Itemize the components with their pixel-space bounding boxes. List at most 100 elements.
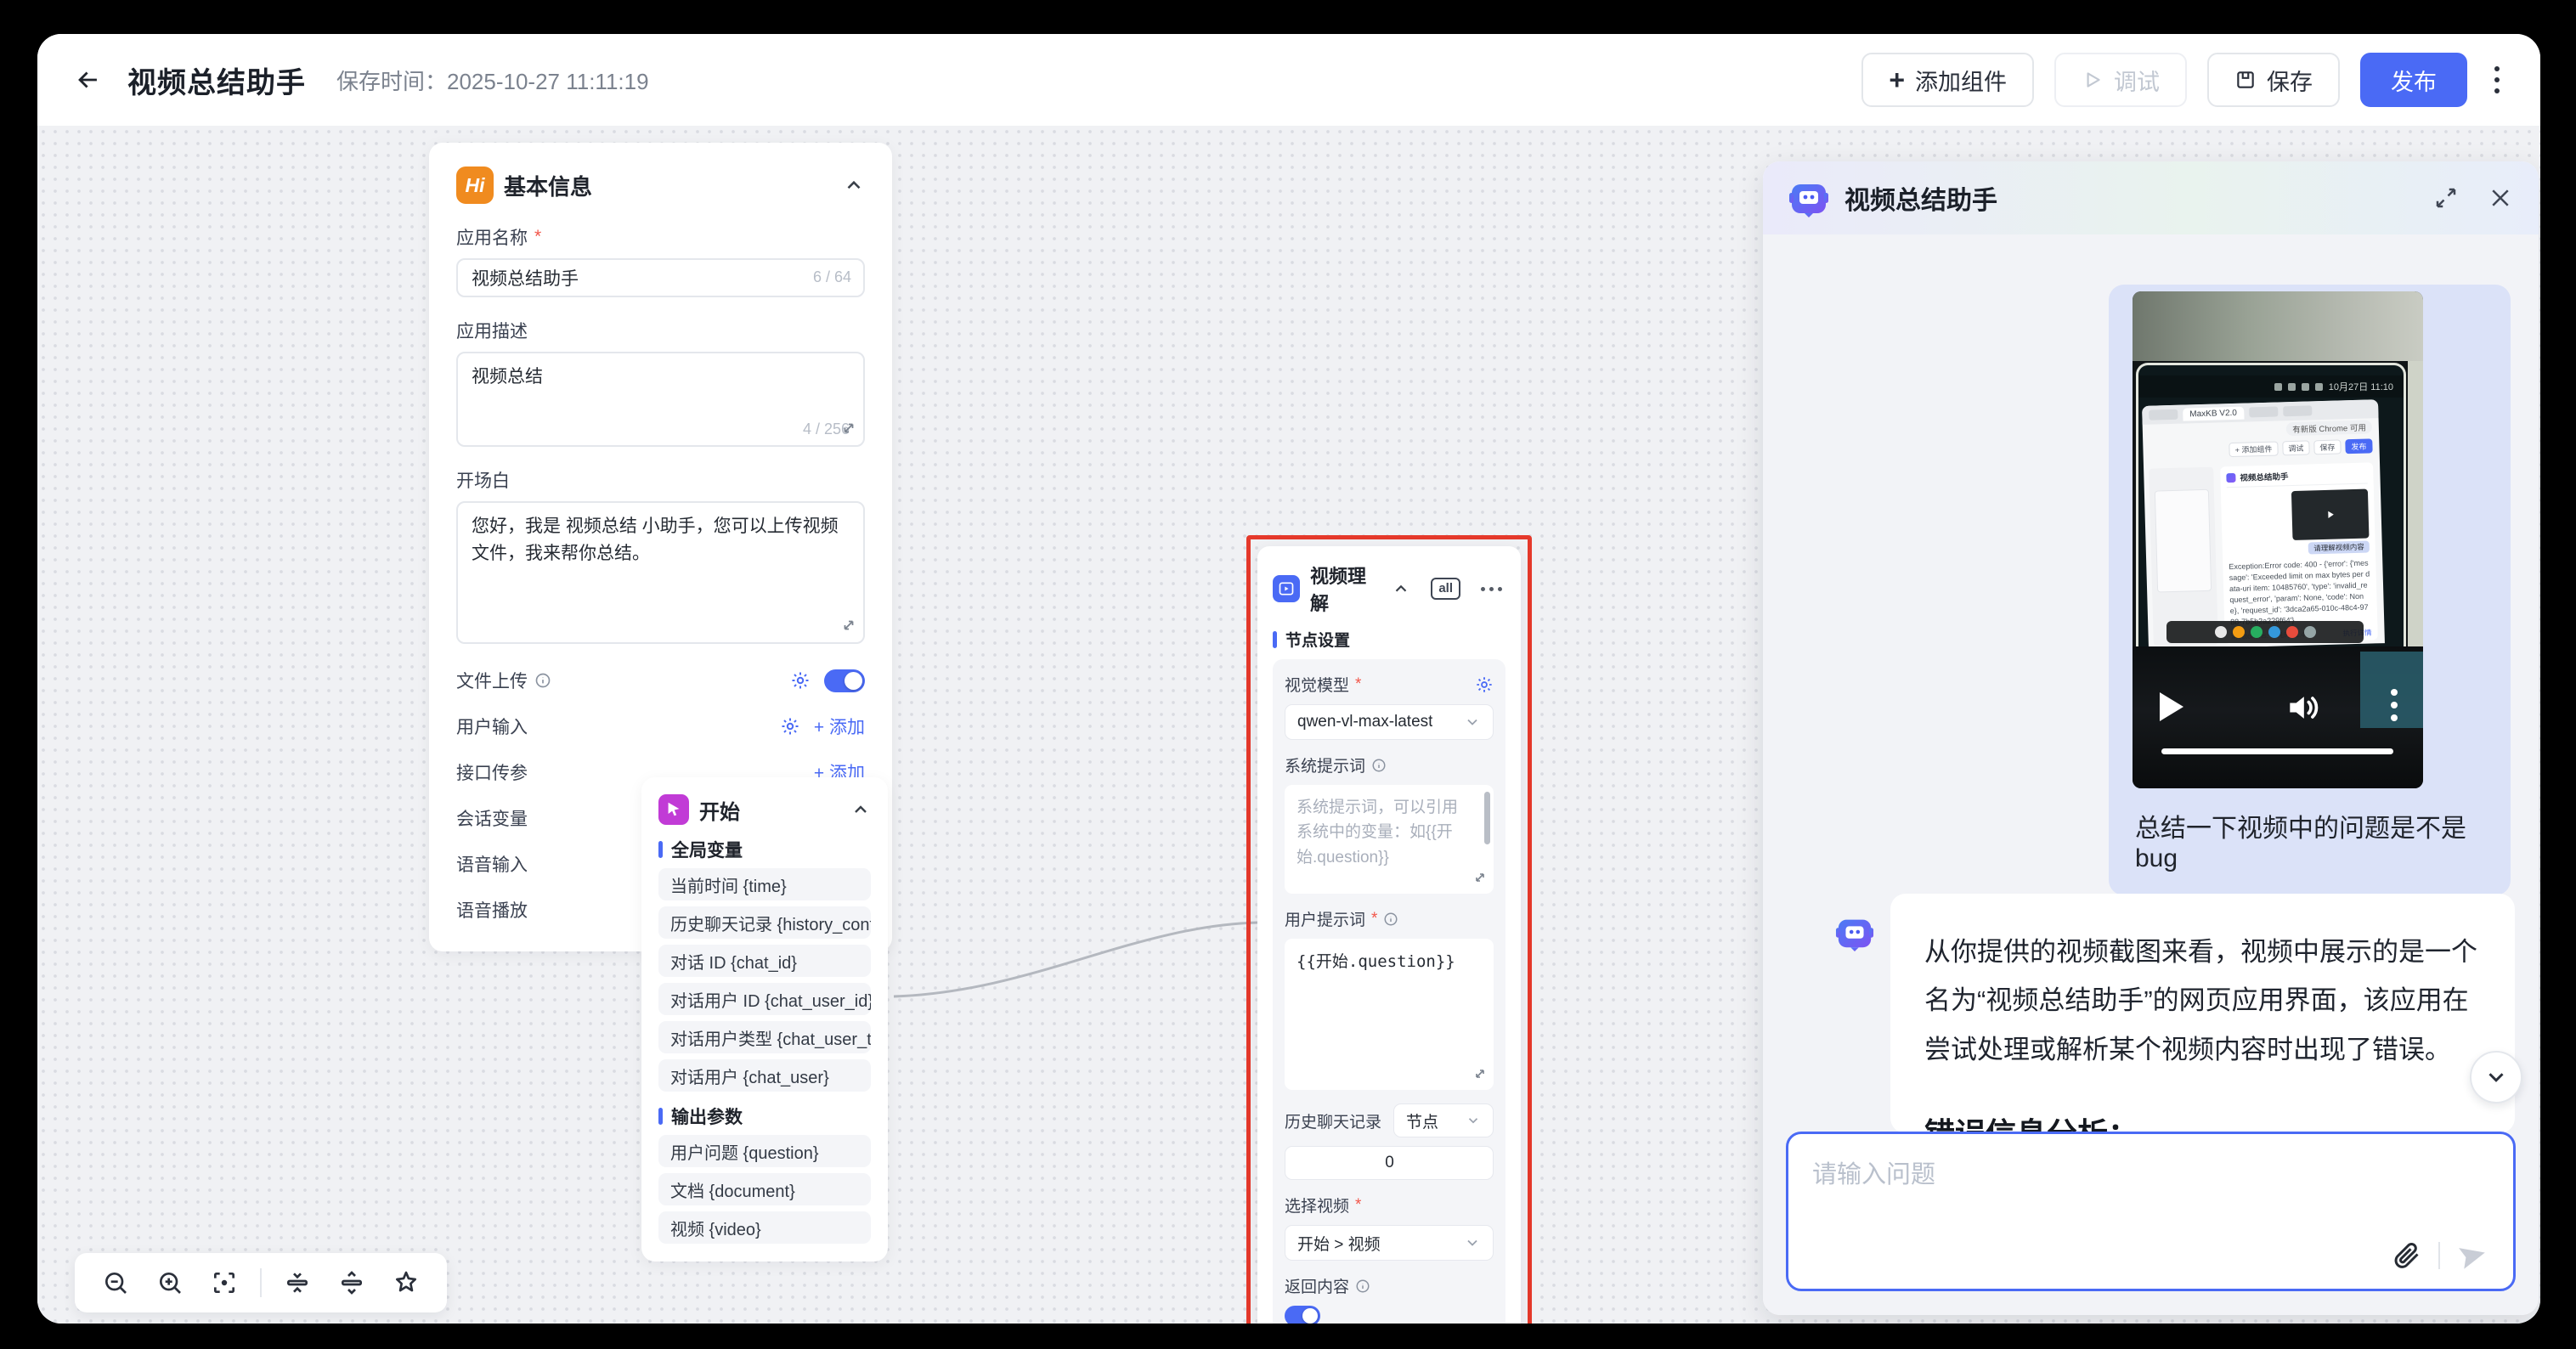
mini-menubar-time: 10月27日 11:10 [2329,380,2393,393]
toolbar-divider [260,1268,262,1297]
history-label: 历史聊天记录 [1285,1109,1381,1132]
video-node-icon [1273,575,1300,602]
info-icon [1383,912,1398,927]
zoom-in-button[interactable] [146,1259,194,1307]
arrow-left-icon [74,65,103,94]
resize-handle-icon[interactable] [841,421,856,440]
back-button[interactable] [71,63,105,97]
paperclip-icon [2391,1240,2421,1271]
collapse-button[interactable] [843,174,865,196]
play-button[interactable] [2160,692,2183,721]
mini-caption: 请理解视频内容 [2308,541,2370,555]
start-node[interactable]: 开始 全局变量 当前时间 {time}历史聊天记录 {history_conte… [641,777,888,1262]
user-prompt-value: {{开始.question}} [1296,952,1455,971]
user-message-text: 总结一下视频中的问题是不是bug [2109,788,2511,895]
user-prompt-label: 用户提示词* [1285,907,1494,930]
model-select[interactable]: qwen-vl-max-latest [1285,704,1494,740]
resize-handle-icon[interactable] [1473,1067,1487,1085]
user-prompt-textarea[interactable]: {{开始.question}} [1285,939,1494,1090]
page-title: 视频总结助手 [127,59,306,101]
info-icon [1355,1278,1370,1294]
system-prompt-textarea[interactable]: 系统提示词，可以引用系统中的变量：如{{开始.question}} [1285,785,1494,894]
app-desc-label: 应用描述 [456,318,865,343]
history-count-input[interactable] [1285,1146,1494,1180]
collapse-vertical-button[interactable] [274,1259,321,1307]
variable-pill: 当前时间 {time} [658,868,871,900]
add-user-input-link[interactable]: + 添加 [814,714,865,739]
chevron-down-icon [1464,1234,1481,1251]
debug-button[interactable]: 调试 [2054,53,2187,107]
save-button[interactable]: 保存 [2207,53,2340,107]
gear-icon[interactable] [780,716,800,737]
topbar-actions: + 添加组件 调试 保存 发布 [1861,53,2506,107]
opening-textarea[interactable]: 您好，我是 视频总结 小助手，您可以上传视频文件，我来帮你总结。 [458,503,863,642]
return-content-label: 返回内容 [1285,1274,1494,1297]
chat-scroll-area[interactable]: 10月27日 11:10 MaxKB V2.0 有新版 Chrome 可用 [1763,234,2539,1315]
node-title: 开始 [699,795,740,825]
return-content-toggle[interactable] [1285,1306,1320,1324]
history-mode-select[interactable]: 节点 [1393,1103,1494,1137]
mini-browser-tab: MaxKB V2.0 [2183,406,2244,421]
fit-view-button[interactable] [201,1259,248,1307]
history-count-value[interactable] [1285,1147,1494,1179]
add-component-button[interactable]: + 添加组件 [1861,53,2034,107]
gear-icon[interactable] [1475,675,1494,694]
file-upload-toggle[interactable] [824,669,865,692]
gear-icon[interactable] [790,670,811,691]
save-time: 保存时间：2025-10-27 11:11:19 [336,65,649,96]
more-menu-button[interactable] [2488,59,2506,100]
video-progress-bar[interactable] [2161,748,2393,754]
output-pill: 视频 {video} [658,1211,871,1244]
send-button[interactable] [2457,1239,2489,1272]
video-player[interactable]: 10月27日 11:10 MaxKB V2.0 有新版 Chrome 可用 [2133,291,2423,788]
chat-input-box [1786,1132,2516,1291]
variable-pill: 对话 ID {chat_id} [658,945,871,977]
char-counter: 6 / 64 [813,268,851,286]
ai-message-text: 从你提供的视频截图来看，视频中展示的是一个名为“视频总结助手”的网页应用界面，该… [1924,928,2481,1074]
chevron-down-icon [2483,1064,2509,1090]
canvas-toolbar [75,1253,447,1312]
chat-panel-header: 视频总结助手 [1763,161,2539,234]
expand-icon [2433,185,2459,211]
publish-button[interactable]: 发布 [2360,53,2467,107]
expand-vertical-button[interactable] [328,1259,376,1307]
global-vars-section: 全局变量 [658,837,871,862]
video-play-icon [1278,580,1295,597]
node-menu-button[interactable] [1477,584,1505,595]
output-params-section: 输出参数 [658,1103,871,1129]
zoom-out-button[interactable] [92,1259,139,1307]
output-pill: 用户问题 {question} [658,1135,871,1167]
resize-handle-icon[interactable] [1473,871,1487,889]
collapse-button[interactable] [1392,579,1410,598]
video-understanding-node[interactable]: 视频理解 all 节点设置 视觉模型* qwen-vl-max-latest [1257,546,1521,1324]
resize-handle-icon[interactable] [841,618,856,637]
output-visibility-badge[interactable]: all [1431,578,1460,600]
info-icon [534,672,551,689]
video-source-select[interactable]: 开始 > 视频 [1285,1225,1494,1261]
app-name-input[interactable] [456,258,865,297]
volume-button[interactable] [2284,689,2321,731]
video-menu-button[interactable] [2391,689,2398,721]
info-icon [1371,758,1387,773]
chat-panel-title: 视频总结助手 [1844,179,1997,217]
file-upload-row: 文件上传 [456,661,865,700]
scroll-down-button[interactable] [2470,1051,2522,1103]
auto-layout-button[interactable] [382,1259,430,1307]
system-prompt-placeholder: 系统提示词，可以引用系统中的变量：如{{开始.question}} [1296,795,1482,870]
scrollbar-thumb[interactable] [1484,792,1490,844]
ai-avatar [1835,913,1874,952]
attach-button[interactable] [2391,1240,2421,1271]
ai-message-heading: 错误信息分析： [1924,1109,2481,1133]
select-video-label: 选择视频* [1285,1194,1494,1216]
collapse-button[interactable] [850,799,871,820]
mini-chrome-hint: 有新版 Chrome 可用 [2286,420,2372,436]
close-button[interactable] [2488,185,2513,211]
start-node-icon [658,794,689,825]
chat-input[interactable] [1812,1154,2489,1234]
expand-button[interactable] [2433,185,2459,211]
cursor-icon [664,800,683,819]
video-browser-window: MaxKB V2.0 有新版 Chrome 可用 + 添加组件 调试 保存 发布 [2142,399,2385,646]
selected-node-highlight: 视频理解 all 节点设置 视觉模型* qwen-vl-max-latest [1246,535,1532,1324]
output-pill: 文档 {document} [658,1173,871,1205]
opening-label: 开场白 [456,467,865,493]
